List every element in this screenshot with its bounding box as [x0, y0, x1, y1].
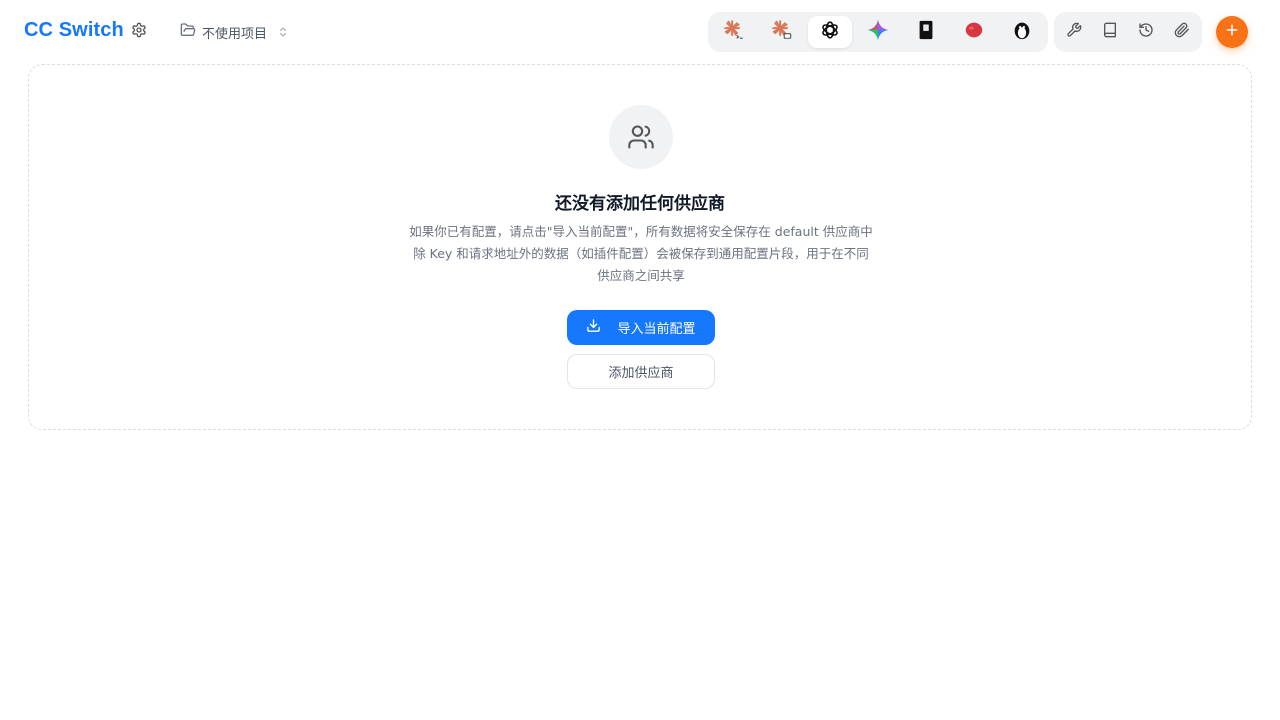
import-config-button[interactable]: 导入当前配置 — [567, 310, 715, 345]
history-button[interactable] — [1132, 18, 1160, 46]
claude-terminal-icon — [723, 19, 745, 45]
empty-state-card: 还没有添加任何供应商 如果你已有配置，请点击"导入当前配置"，所有数据将安全保存… — [28, 64, 1252, 430]
add-provider-button[interactable]: 添加供应商 — [567, 354, 715, 389]
app-title: CC Switch — [24, 19, 124, 41]
add-provider-label: 添加供应商 — [608, 366, 674, 381]
empty-state-title: 还没有添加任何供应商 — [555, 194, 725, 214]
description-line: 供应商之间共享 — [597, 268, 685, 283]
chevron-up-down-icon — [277, 25, 289, 39]
claude-desktop-icon — [771, 19, 793, 45]
app-tool-6[interactable] — [952, 16, 996, 48]
tools-button[interactable] — [1060, 18, 1088, 46]
description-line: 除 Key 和请求地址外的数据（如插件配置）会被保存到通用配置片段，用于在不同 — [413, 246, 869, 261]
app-claude-code[interactable] — [712, 16, 756, 48]
settings-button[interactable] — [128, 21, 150, 43]
app-switcher — [708, 12, 1048, 52]
openai-icon — [819, 19, 841, 45]
history-icon — [1138, 22, 1154, 42]
wrench-icon — [1066, 22, 1082, 42]
toolbar — [1054, 12, 1202, 52]
app-tool-7[interactable] — [1000, 16, 1044, 48]
book-icon — [1102, 22, 1118, 42]
red-fruit-icon — [963, 19, 985, 45]
users-icon — [609, 105, 673, 169]
penguin-icon — [1011, 19, 1033, 45]
app-codex[interactable] — [808, 16, 852, 48]
add-provider-fab[interactable] — [1216, 16, 1248, 48]
import-config-label: 导入当前配置 — [617, 322, 696, 337]
gemini-icon — [867, 19, 889, 45]
folder-icon — [180, 22, 196, 42]
attach-button[interactable] — [1168, 18, 1196, 46]
black-rectangle-icon — [915, 19, 937, 45]
plus-icon — [1224, 22, 1240, 42]
top-bar: CC Switch 不使用项目 — [0, 0, 1280, 64]
download-icon — [586, 318, 601, 337]
empty-state-description: 如果你已有配置，请点击"导入当前配置"，所有数据将安全保存在 default 供… — [381, 221, 901, 287]
app-gemini[interactable] — [856, 16, 900, 48]
paperclip-icon — [1174, 22, 1190, 42]
app-claude-desktop[interactable] — [760, 16, 804, 48]
docs-button[interactable] — [1096, 18, 1124, 46]
gear-icon — [131, 22, 147, 42]
project-selector[interactable]: 不使用项目 — [180, 20, 289, 44]
project-label: 不使用项目 — [202, 26, 268, 42]
app-tool-5[interactable] — [904, 16, 948, 48]
description-line: 如果你已有配置，请点击"导入当前配置"，所有数据将安全保存在 default 供… — [409, 224, 873, 239]
